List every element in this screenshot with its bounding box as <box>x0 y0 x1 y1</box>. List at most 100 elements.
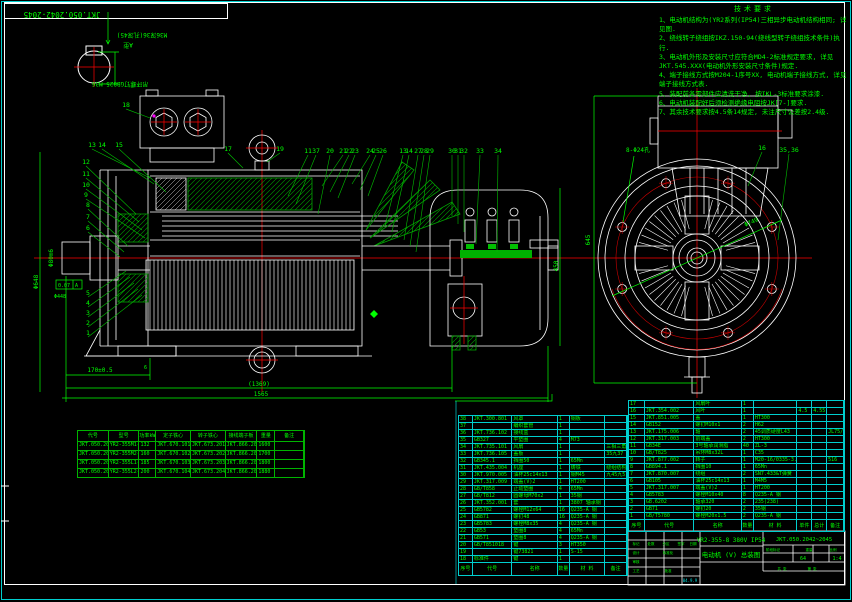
table-cell <box>812 485 827 491</box>
table-cell <box>827 506 844 512</box>
table-cell <box>827 499 844 505</box>
table-cell <box>605 528 627 534</box>
table-cell <box>797 450 812 456</box>
table-cell: JKT.877.002 <box>645 457 695 463</box>
table-cell: GB5783 <box>645 492 695 498</box>
table-cell: 35钢 <box>570 493 606 499</box>
table-cell: 风扇叶 <box>694 401 742 407</box>
table-cell <box>570 423 606 429</box>
dim-1369: (1369) <box>248 381 270 388</box>
table-cell: 材 料 <box>570 563 606 575</box>
table-cell <box>827 401 844 407</box>
table-cell: 螺栓M20x1.5 <box>694 513 742 519</box>
title-weight: 64 <box>800 556 806 562</box>
table-cell: 绕组结构 <box>605 465 627 471</box>
table-cell: GB53 <box>473 528 513 534</box>
table-cell <box>275 460 304 468</box>
table-cell: 材 料 <box>754 520 798 531</box>
leader-line <box>88 289 138 327</box>
table-cell: 螺钉48 <box>512 514 557 520</box>
leader-line <box>645 228 671 243</box>
table-cell <box>812 506 827 512</box>
callout-number: 9 <box>84 191 88 199</box>
table-cell: 4 <box>558 521 570 527</box>
table-cell: GB71 <box>645 506 695 512</box>
table-cell: HT300 <box>754 415 798 421</box>
title-block-label: 工艺 <box>633 568 641 573</box>
table-row: 31JKT.435.004机座1铸铁绕组结构 <box>459 465 627 472</box>
table-row: 16JKT.354.002风叶14.54.55 <box>629 408 844 415</box>
table-row: 9JKT.877.002转子1M20-16/0335-3.15516 <box>629 457 844 464</box>
leader-line <box>497 155 498 252</box>
table-row: 30JKT.970.005油杯25c14x131钢M45九45九5 <box>459 472 627 479</box>
leader-line <box>102 149 154 184</box>
table-cell: GB871 <box>473 514 513 520</box>
table-cell: GB152 <box>645 422 695 428</box>
table-cell: 4.5 <box>797 408 812 414</box>
table-cell: 45调质硬度L43 <box>754 429 798 435</box>
dim-frame-dia: Φ648 <box>33 274 40 289</box>
table-cell: 27 <box>459 493 473 499</box>
table-row: 28GB/T858止动垫圈465Mn <box>459 486 627 493</box>
table-cell <box>605 549 627 555</box>
table-cell: 2 <box>742 513 754 519</box>
table-cell: 22 <box>459 528 473 534</box>
table-cell: 3 <box>558 542 570 548</box>
table-cell: 1 <box>742 401 754 407</box>
table-cell <box>827 436 844 442</box>
table-cell: GB345.1 <box>473 458 513 464</box>
table-cell: 16 <box>629 408 645 414</box>
note-item: 6、电动机装配好后须检测绝缘电阻按JK[7-]要求. <box>659 99 849 108</box>
title-block-label: 审核 <box>633 559 641 564</box>
table-cell: 65Mn <box>570 486 606 492</box>
table-cell <box>827 513 844 519</box>
table-row: 33JKT.736.105盖板135九37 <box>459 451 627 458</box>
table-cell: 185 <box>139 460 156 468</box>
table-row: JKT.050.2045YR2-355L2-8200JKT.670.104JKT… <box>78 469 304 478</box>
table-cell <box>797 471 812 477</box>
table-cell <box>605 521 627 527</box>
table-row: 12JKT.317.003前端盖2HT300 <box>629 436 844 443</box>
title-block-label: 分区 <box>663 541 671 546</box>
table-cell: 2 <box>629 506 645 512</box>
leader-line <box>712 284 727 310</box>
title-sign: 04.9.9 <box>683 578 698 583</box>
eyebolt-detail <box>74 12 119 87</box>
leader-line <box>126 109 150 118</box>
table-cell: 总计 <box>812 520 827 531</box>
table-cell <box>797 499 812 505</box>
callout-number: 32 <box>460 147 468 155</box>
table-cell: GB327 <box>473 437 513 443</box>
table-cell: 31 <box>459 465 473 471</box>
table-cell: 1 <box>558 493 570 499</box>
table-cell: YR2-355M2-8 <box>109 451 140 459</box>
leader-line <box>368 155 383 196</box>
table-row: 4GB5783螺栓M10x408Q235-A 钢 <box>629 492 844 499</box>
table-cell <box>797 415 812 421</box>
dim-450: 450 <box>553 260 560 271</box>
table-cell: 圆螺母M70x2 <box>512 493 557 499</box>
table-cell: 序号 <box>629 520 645 531</box>
terminal-box <box>140 90 224 162</box>
table-row: 38JKT.300.801风罩1钢板 <box>459 416 627 423</box>
table-cell: 1 <box>558 500 570 506</box>
title-block-label: 比例 <box>830 547 838 552</box>
table-cell: JKT.435.004 <box>473 465 513 471</box>
leader-line <box>86 189 142 230</box>
table-cell <box>605 486 627 492</box>
table-cell <box>812 450 827 456</box>
table-cell: Q235-A 钢 <box>570 535 606 541</box>
table-cell: 名称 <box>512 563 557 575</box>
table-cell: 1 <box>558 416 570 422</box>
table-cell: M20-16/0335-3.15 <box>754 457 798 463</box>
table-cell: 备注 <box>605 563 627 575</box>
table-cell <box>275 442 304 450</box>
table-row: 34JKT.735.101风扇1三相三角 <box>459 444 627 451</box>
title-block-label: 批准 <box>665 568 673 573</box>
table-row: 8GB894.1挡圈10165Mn <box>629 464 844 471</box>
callout-number: 10 <box>82 181 90 189</box>
table-cell: 1 <box>742 457 754 463</box>
note-item: 2、绕线转子绕组按IKZ.150-94(绕线型转子绕组技术条件)执行. <box>659 34 849 52</box>
table-cell: 螺栓M10x40 <box>694 492 742 498</box>
table-row: JKT.050.2044YR2-355L1-8185JKT.670.103JKT… <box>78 460 304 469</box>
